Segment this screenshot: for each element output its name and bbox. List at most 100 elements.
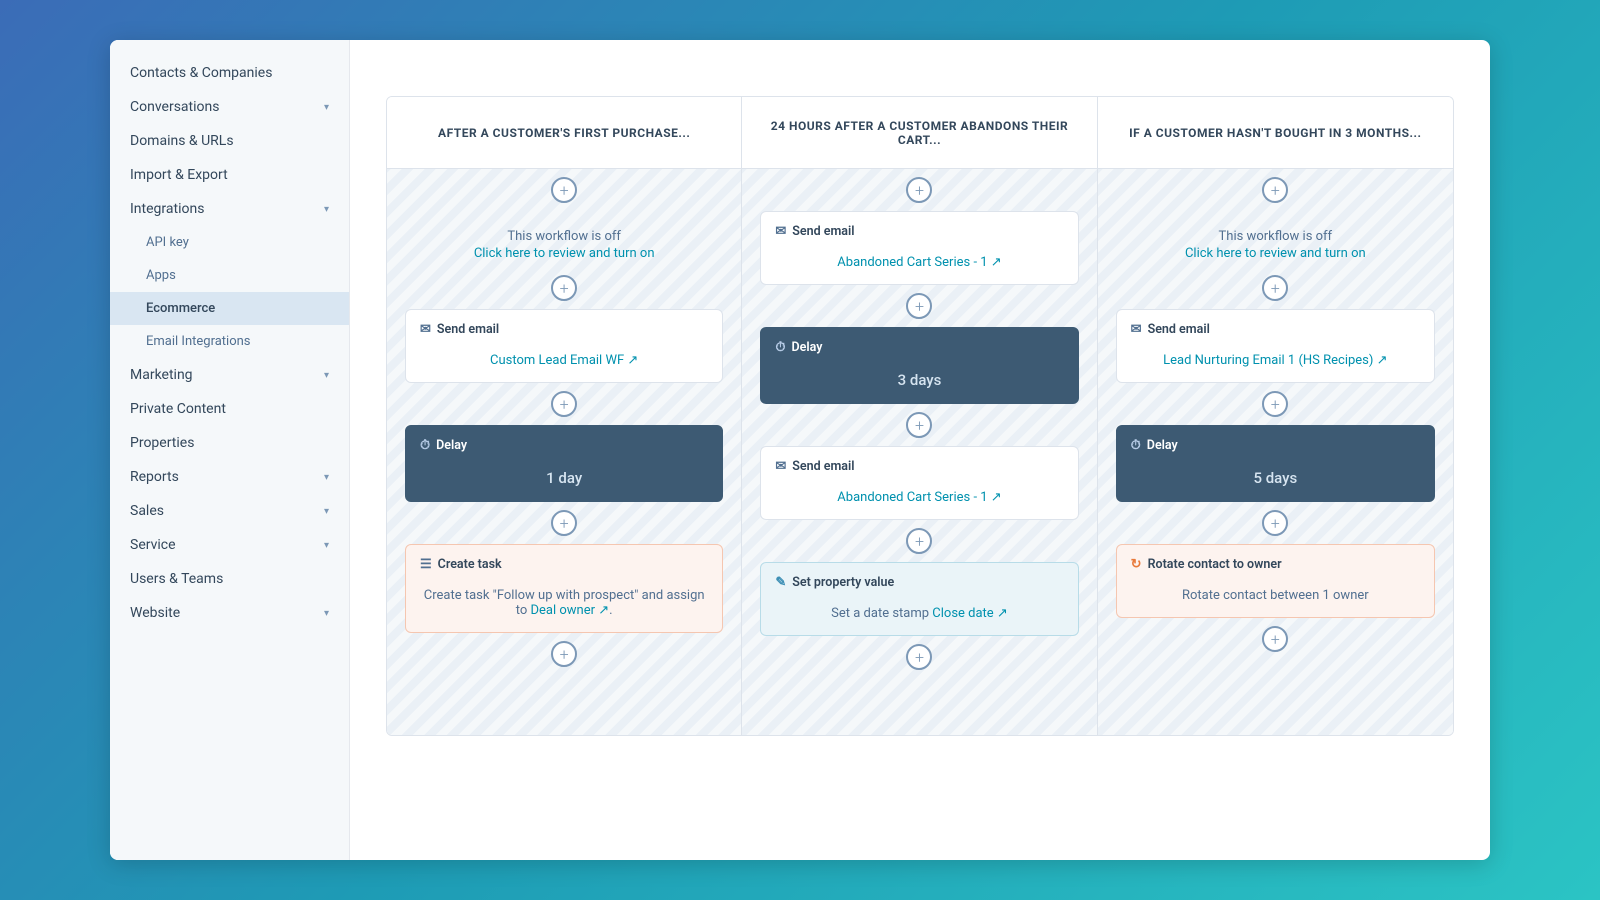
card-body-text-2-1: 5 days xyxy=(1253,469,1297,487)
chevron-down-icon: ▾ xyxy=(324,204,329,215)
workflow-card-2-2: ↻Rotate contact to owner Rotate contact b… xyxy=(1116,544,1435,618)
card-body-link-1-0[interactable]: Abandoned Cart Series - 1 ↗ xyxy=(837,255,1001,270)
workflow-card-1-3: ✎Set property valueSet a date stamp Clos… xyxy=(760,562,1078,636)
send-email-icon-2-0: ✉ xyxy=(1131,322,1142,337)
chevron-down-icon: ▾ xyxy=(324,506,329,517)
send-email-icon-1-0: ✉ xyxy=(775,224,786,239)
card-header-label-2-0: Send email xyxy=(1148,322,1210,337)
sidebar-item-label: Website xyxy=(130,605,180,621)
card-header-label-2-1: Delay xyxy=(1147,438,1178,453)
add-step-btn-after-1-2[interactable]: + xyxy=(906,528,932,554)
sidebar-item-label: Conversations xyxy=(130,99,219,115)
sidebar-item-label: Domains & URLs xyxy=(130,133,234,149)
card-body-2-0: Lead Nurturing Email 1 (HS Recipes) ↗ xyxy=(1131,347,1420,370)
sidebar-item-apps[interactable]: Apps xyxy=(110,259,349,292)
sidebar-item-website[interactable]: Website▾ xyxy=(110,596,349,630)
sidebar-item-private-content[interactable]: Private Content xyxy=(110,392,349,426)
card-body-link-2-0[interactable]: Lead Nurturing Email 1 (HS Recipes) ↗ xyxy=(1163,353,1387,368)
workflow-card-1-1: ⏱Delay3 days xyxy=(760,327,1078,404)
card-body-link-0-0[interactable]: Custom Lead Email WF ↗ xyxy=(490,353,638,368)
sidebar-item-import-export[interactable]: Import & Export xyxy=(110,158,349,192)
sidebar-item-label: API key xyxy=(146,235,189,250)
sidebar-item-email-integrations[interactable]: Email Integrations xyxy=(110,325,349,358)
card-header-1-0: ✉Send email xyxy=(775,224,1063,239)
workflow-off-text-2: This workflow is off xyxy=(1219,229,1333,244)
add-step-btn-after-2-2[interactable]: + xyxy=(1262,626,1288,652)
main-content: AFTER A CUSTOMER'S FIRST PURCHASE... + Thi… xyxy=(350,40,1490,860)
card-header-1-2: ✉ Send email xyxy=(775,459,1063,474)
workflow-off-msg-2: This workflow is off Click here to review… xyxy=(1185,211,1366,267)
sidebar-item-label: Private Content xyxy=(130,401,226,417)
card-header-2-0: ✉ Send email xyxy=(1131,322,1420,337)
sidebar-item-sales[interactable]: Sales▾ xyxy=(110,494,349,528)
add-step-btn-after-off-2[interactable]: + xyxy=(1262,275,1288,301)
workflow-card-0-0: ✉Send email Custom Lead Email WF ↗ xyxy=(405,309,723,383)
card-body-1-0: Abandoned Cart Series - 1 ↗ xyxy=(775,249,1063,272)
workflow-turn-on-link-2[interactable]: Click here to review and turn on xyxy=(1185,246,1366,261)
add-step-btn-after-1-1[interactable]: + xyxy=(906,412,932,438)
card-body-1-2: Abandoned Cart Series - 1 ↗ xyxy=(775,484,1063,507)
workflow-card-1-0: ✉Send email Abandoned Cart Series - 1 ↗ xyxy=(760,211,1078,285)
send-email-icon-1-2: ✉ xyxy=(775,459,786,474)
card-header-label-0-2: Create task xyxy=(438,557,502,572)
column-header-0: AFTER A CUSTOMER'S FIRST PURCHASE... xyxy=(387,97,741,169)
sidebar-item-label: Contacts & Companies xyxy=(130,65,272,81)
card-body-link-1-2[interactable]: Abandoned Cart Series - 1 ↗ xyxy=(837,490,1001,505)
sidebar-item-label: Integrations xyxy=(130,201,204,217)
add-step-btn-after-0-0[interactable]: + xyxy=(551,391,577,417)
delay-icon-0-1: ⏱ xyxy=(420,438,430,453)
card-body-suffix-0-2: . xyxy=(609,603,612,618)
add-step-btn-after-1-0[interactable]: + xyxy=(906,293,932,319)
add-step-btn-top-2[interactable]: + xyxy=(1262,177,1288,203)
app-container: Contacts & CompaniesConversations▾Domain… xyxy=(110,40,1490,860)
sidebar-item-properties[interactable]: Properties xyxy=(110,426,349,460)
card-body-text-0-1: 1 day xyxy=(546,469,582,487)
card-header-0-0: ✉Send email xyxy=(420,322,708,337)
sidebar-item-users-teams[interactable]: Users & Teams xyxy=(110,562,349,596)
sidebar-item-label: Email Integrations xyxy=(146,334,251,349)
sidebar-item-label: Marketing xyxy=(130,367,193,383)
workflow-column-1: 24 HOURS AFTER A CUSTOMER ABANDONS THEIR… xyxy=(742,97,1097,735)
sidebar-item-integrations[interactable]: Integrations ▾ xyxy=(110,192,349,226)
chevron-down-icon: ▾ xyxy=(324,540,329,551)
add-step-btn-after-off-0[interactable]: + xyxy=(551,275,577,301)
add-step-btn-after-2-0[interactable]: + xyxy=(1262,391,1288,417)
send-email-icon-0-0: ✉ xyxy=(420,322,431,337)
add-step-btn-after-2-1[interactable]: + xyxy=(1262,510,1288,536)
add-step-btn-top-1[interactable]: + xyxy=(906,177,932,203)
add-step-btn-after-1-3[interactable]: + xyxy=(906,644,932,670)
card-body-text-1-1: 3 days xyxy=(898,371,942,389)
sidebar-item-label: Reports xyxy=(130,469,179,485)
column-header-1: 24 HOURS AFTER A CUSTOMER ABANDONS THEIR… xyxy=(742,97,1096,169)
add-step-btn-top-0[interactable]: + xyxy=(551,177,577,203)
sidebar-item-conversations[interactable]: Conversations▾ xyxy=(110,90,349,124)
card-header-label-2-2: Rotate contact to owner xyxy=(1148,557,1282,572)
card-header-2-2: ↻Rotate contact to owner xyxy=(1131,557,1420,572)
sidebar-item-contacts-companies[interactable]: Contacts & Companies xyxy=(110,56,349,90)
card-body-link-1-3[interactable]: Close date ↗ xyxy=(932,606,1008,621)
sidebar-item-ecommerce[interactable]: Ecommerce xyxy=(110,292,349,325)
delay-icon-1-1: ⏱ xyxy=(775,340,785,355)
card-body-text-2-2: Rotate contact between 1 owner xyxy=(1182,588,1369,603)
sidebar-item-label: Import & Export xyxy=(130,167,228,183)
sidebar-item-label: Service xyxy=(130,537,176,553)
sidebar-item-service[interactable]: Service ▾ xyxy=(110,528,349,562)
workflow-body-0: + This workflow is off Click here to revie… xyxy=(387,169,741,735)
workflow-turn-on-link-0[interactable]: Click here to review and turn on xyxy=(474,246,655,261)
set-property-icon-1-3: ✎ xyxy=(775,575,786,590)
sidebar-item-reports[interactable]: Reports▾ xyxy=(110,460,349,494)
workflow-card-2-0: ✉ Send email Lead Nurturing Email 1 (HS Re… xyxy=(1116,309,1435,383)
add-step-btn-after-0-1[interactable]: + xyxy=(551,510,577,536)
sidebar-item-api-key[interactable]: API key xyxy=(110,226,349,259)
workflow-off-text-0: This workflow is off xyxy=(507,229,621,244)
card-header-label-0-1: Delay xyxy=(436,438,467,453)
add-step-btn-after-0-2[interactable]: + xyxy=(551,641,577,667)
sidebar-item-label: Users & Teams xyxy=(130,571,223,587)
workflow-column-0: AFTER A CUSTOMER'S FIRST PURCHASE... + Thi… xyxy=(387,97,742,735)
card-body-link-0-2[interactable]: Deal owner ↗ xyxy=(530,603,609,618)
card-body-0-0: Custom Lead Email WF ↗ xyxy=(420,347,708,370)
sidebar-item-domains-urls[interactable]: Domains & URLs xyxy=(110,124,349,158)
card-header-label-1-2: Send email xyxy=(792,459,854,474)
sidebar-item-marketing[interactable]: Marketing▾ xyxy=(110,358,349,392)
workflow-body-2: + This workflow is off Click here to revie… xyxy=(1098,169,1453,735)
